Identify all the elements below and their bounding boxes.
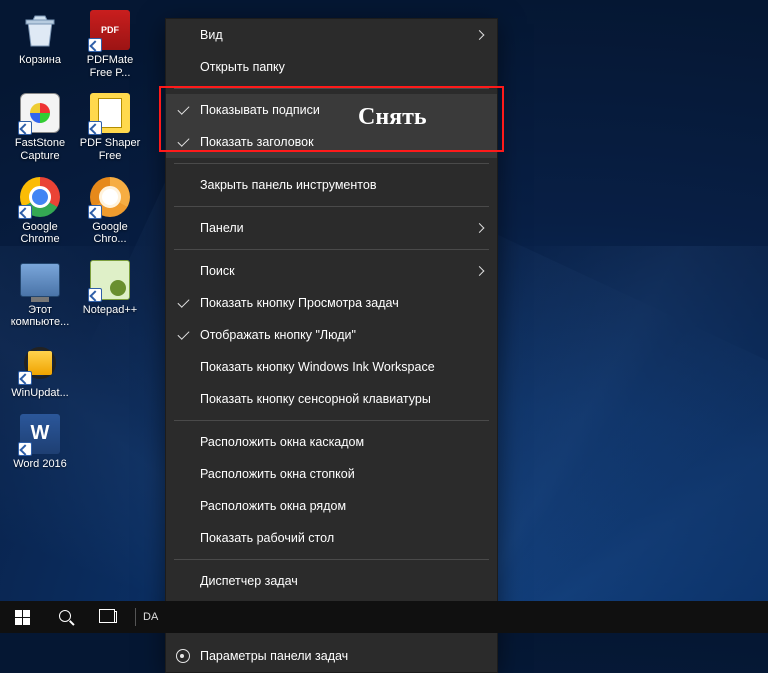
menu-item-label: Расположить окна рядом [200, 499, 346, 513]
taskbar-toolbar-label[interactable]: DA [139, 611, 162, 623]
menu-item-search[interactable]: Поиск [166, 255, 497, 287]
desktop-icon-pdfshaper[interactable]: PDF Shaper Free [78, 91, 142, 162]
desktop-icon-label: Google Chro... [78, 221, 142, 246]
menu-item-show-title[interactable]: Показать заголовок [166, 126, 497, 158]
pdfmate-icon [88, 8, 132, 52]
desktop-icon-word[interactable]: Word 2016 [8, 412, 72, 471]
search-icon [59, 610, 74, 625]
menu-item-label: Расположить окна стопкой [200, 467, 355, 481]
pdfshaper-icon [88, 91, 132, 135]
menu-item-show-labels[interactable]: Показывать подписи [166, 94, 497, 126]
menu-item-show-people[interactable]: Отображать кнопку "Люди" [166, 319, 497, 351]
notepadpp-icon [88, 258, 132, 302]
desktop-icon-chrome[interactable]: Google Chrome [8, 175, 72, 246]
taskbar: DA [0, 601, 768, 633]
menu-item-view[interactable]: Вид [166, 19, 497, 51]
menu-separator [174, 206, 489, 207]
menu-item-task-manager[interactable]: Диспетчер задач [166, 565, 497, 597]
desktop-icon-label: PDFMate Free P... [78, 54, 142, 79]
menu-item-label: Вид [200, 28, 223, 42]
menu-item-label: Поиск [200, 264, 235, 278]
desktop-icon-notepadpp[interactable]: Notepad++ [78, 258, 142, 329]
menu-item-open-folder[interactable]: Открыть папку [166, 51, 497, 83]
search-button[interactable] [44, 601, 88, 633]
menu-item-taskbar-settings[interactable]: Параметры панели задач [166, 640, 497, 672]
menu-item-show-ink[interactable]: Показать кнопку Windows Ink Workspace [166, 351, 497, 383]
chrome-canary-icon [88, 175, 132, 219]
menu-item-label: Расположить окна каскадом [200, 435, 364, 449]
desktop: Корзина PDFMate Free P... FastStone Capt… [8, 8, 142, 470]
menu-item-label: Открыть папку [200, 60, 285, 74]
windows-icon [15, 610, 30, 625]
menu-item-label: Показать заголовок [200, 135, 314, 149]
desktop-icon-pdfmate[interactable]: PDFMate Free P... [78, 8, 142, 79]
taskbar-context-menu: Вид Открыть папку Показывать подписи Пок… [165, 18, 498, 673]
menu-item-label: Параметры панели задач [200, 649, 348, 663]
faststone-icon [18, 91, 62, 135]
menu-item-label: Отображать кнопку "Люди" [200, 328, 356, 342]
desktop-icon-recycle-bin[interactable]: Корзина [8, 8, 72, 79]
menu-item-show-desktop[interactable]: Показать рабочий стол [166, 522, 497, 554]
desktop-icon-label: Notepad++ [83, 304, 137, 317]
menu-item-close-toolbar[interactable]: Закрыть панель инструментов [166, 169, 497, 201]
menu-separator [174, 163, 489, 164]
menu-item-stack[interactable]: Расположить окна стопкой [166, 458, 497, 490]
desktop-icon-label: Google Chrome [8, 221, 72, 246]
desktop-icon-label: Корзина [19, 54, 61, 67]
desktop-icon-label: WinUpdat... [11, 387, 68, 400]
menu-item-label: Показать рабочий стол [200, 531, 334, 545]
desktop-icon-grid: Корзина PDFMate Free P... FastStone Capt… [8, 8, 142, 470]
desktop-icon-faststone[interactable]: FastStone Capture [8, 91, 72, 162]
desktop-icon-label: FastStone Capture [8, 137, 72, 162]
winupdate-icon [18, 341, 62, 385]
desktop-icon-this-pc[interactable]: Этот компьюте... [8, 258, 72, 329]
menu-item-label: Показать кнопку сенсорной клавиатуры [200, 392, 431, 406]
menu-item-sidebyside[interactable]: Расположить окна рядом [166, 490, 497, 522]
recycle-bin-icon [18, 8, 62, 52]
taskview-icon [103, 611, 117, 623]
menu-item-toolbars[interactable]: Панели [166, 212, 497, 244]
desktop-icon-label: Этот компьюте... [8, 304, 72, 329]
menu-item-cascade[interactable]: Расположить окна каскадом [166, 426, 497, 458]
desktop-icon-chrome-canary[interactable]: Google Chro... [78, 175, 142, 246]
menu-separator [174, 420, 489, 421]
menu-item-show-touchkbd[interactable]: Показать кнопку сенсорной клавиатуры [166, 383, 497, 415]
menu-separator [174, 559, 489, 560]
menu-item-show-taskview[interactable]: Показать кнопку Просмотра задач [166, 287, 497, 319]
menu-item-label: Закрыть панель инструментов [200, 178, 376, 192]
taskbar-separator [135, 608, 136, 626]
start-button[interactable] [0, 601, 44, 633]
menu-item-label: Диспетчер задач [200, 574, 298, 588]
word-icon [18, 412, 62, 456]
desktop-icon-winupdate[interactable]: WinUpdat... [8, 341, 72, 400]
menu-separator [174, 249, 489, 250]
this-pc-icon [18, 258, 62, 302]
taskview-button[interactable] [88, 601, 132, 633]
menu-item-label: Показать кнопку Просмотра задач [200, 296, 399, 310]
menu-item-label: Панели [200, 221, 244, 235]
menu-item-label: Показать кнопку Windows Ink Workspace [200, 360, 435, 374]
chrome-icon [18, 175, 62, 219]
desktop-icon-label: PDF Shaper Free [78, 137, 142, 162]
menu-separator [174, 88, 489, 89]
desktop-icon-label: Word 2016 [13, 458, 67, 471]
menu-item-label: Показывать подписи [200, 103, 320, 117]
